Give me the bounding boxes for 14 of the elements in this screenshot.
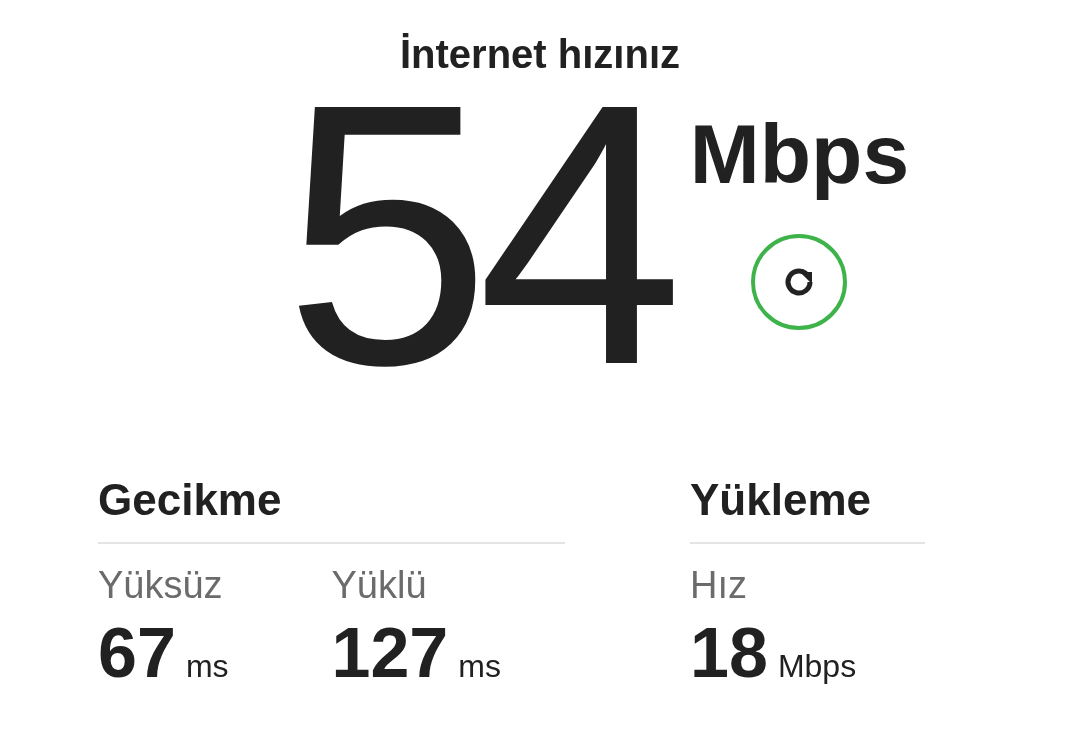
metric-value: 127 <box>331 614 449 692</box>
speed-unit: Mbps <box>689 106 910 203</box>
metric-value: 67 <box>98 614 176 692</box>
metric-unit: Mbps <box>777 648 857 684</box>
metric-unit: ms <box>185 648 229 684</box>
metric-label: Yüksüz <box>98 563 224 608</box>
section-heading: Yükleme <box>690 472 925 544</box>
section-heading: Gecikme <box>98 472 565 544</box>
page-title: İnternet hızınız <box>399 31 681 78</box>
metric-value: 18 <box>690 614 768 692</box>
metric-label: Hız <box>690 563 748 608</box>
speed-value: 54 <box>284 84 670 384</box>
metric-unit: ms <box>458 648 501 684</box>
metric-label: Yüklü <box>331 563 428 608</box>
